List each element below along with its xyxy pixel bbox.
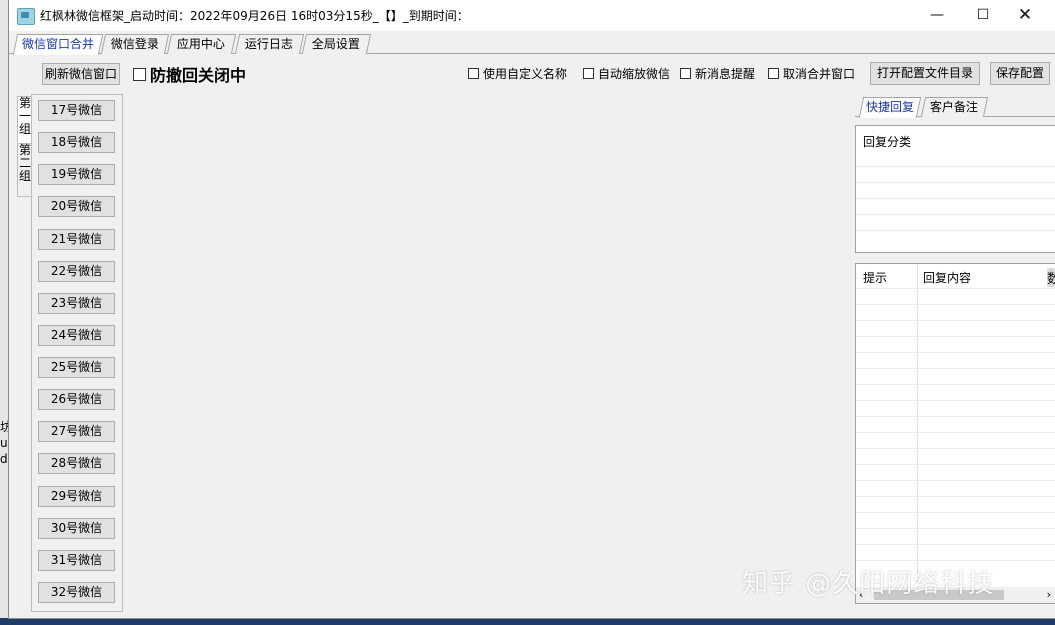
anti-recall-label: 防撤回关闭中 — [150, 66, 247, 85]
anti-recall-checkbox[interactable] — [133, 67, 146, 81]
scroll-right-icon[interactable]: › — [1047, 588, 1051, 601]
group-tab-2-label: 第二组 — [18, 143, 31, 183]
bg-text-2: u — [0, 436, 8, 450]
app-window: 红枫林微信框架_启动时间：2022年09月26日 16时03分15秒_【】_到期… — [8, 0, 1055, 619]
cancel-merge-checkbox[interactable]: 取消合并窗口 — [768, 65, 855, 82]
right-edge-text: 数 — [1047, 268, 1055, 287]
group-tab-1-label: 第一组 — [18, 96, 31, 136]
tab-global-settings[interactable]: 全局设置 — [301, 34, 372, 54]
watermark: 知乎 @久阳网络科技 — [742, 569, 995, 599]
minimize-button[interactable]: — — [914, 0, 960, 31]
wechat-button[interactable]: 20号微信 — [38, 196, 115, 218]
column-divider — [917, 264, 918, 589]
wechat-button[interactable]: 29号微信 — [38, 485, 115, 507]
close-button[interactable]: ✕ — [1002, 0, 1048, 31]
auto-zoom-box[interactable] — [583, 68, 594, 79]
use-custom-name-label: 使用自定义名称 — [483, 67, 568, 81]
wechat-group-panel: 17号微信 18号微信 19号微信 20号微信 21号微信 22号微信 23号微信 24号微信… — [31, 94, 123, 612]
wechat-button[interactable]: 32号微信 — [38, 581, 115, 603]
maximize-button[interactable]: ☐ — [960, 0, 1006, 31]
wechat-button[interactable]: 17号微信 — [38, 100, 115, 121]
wechat-button[interactable]: 28号微信 — [38, 453, 115, 475]
window-title: 红枫林微信框架_启动时间：2022年09月26日 16时03分15秒_【】_到期… — [40, 9, 469, 23]
reply-category-list[interactable]: 回复分类 — [855, 125, 1055, 253]
title-bar: 红枫林微信框架_启动时间：2022年09月26日 16时03分15秒_【】_到期… — [9, 0, 1055, 31]
new-message-alert-checkbox[interactable]: 新消息提醒 — [680, 65, 755, 82]
wechat-button[interactable]: 23号微信 — [38, 292, 115, 314]
reply-category-header: 回复分类 — [863, 135, 912, 149]
cancel-merge-label: 取消合并窗口 — [783, 67, 856, 81]
auto-zoom-label: 自动缩放微信 — [598, 67, 671, 81]
tab-app-center[interactable]: 应用中心 — [166, 34, 237, 54]
auto-zoom-checkbox[interactable]: 自动缩放微信 — [583, 65, 670, 82]
wechat-button[interactable]: 27号微信 — [38, 421, 115, 443]
cancel-merge-box[interactable] — [768, 68, 779, 79]
column-header-hint[interactable]: 提示 — [863, 269, 887, 286]
app-icon — [17, 8, 35, 25]
save-config-button[interactable]: 保存配置 — [990, 62, 1050, 85]
wechat-button[interactable]: 26号微信 — [38, 389, 115, 411]
wechat-button[interactable]: 24号微信 — [38, 324, 115, 346]
tab-run-log[interactable]: 运行日志 — [234, 34, 305, 54]
taskbar-strip — [0, 618, 1055, 625]
refresh-wechat-window-button[interactable]: 刷新微信窗口 — [42, 63, 120, 85]
use-custom-name-checkbox[interactable]: 使用自定义名称 — [468, 65, 567, 82]
new-message-alert-box[interactable] — [680, 68, 691, 79]
open-config-dir-button[interactable]: 打开配置文件目录 — [870, 62, 980, 85]
wechat-button[interactable]: 22号微信 — [38, 260, 115, 282]
background-left-strip: 坊 u di — [0, 0, 12, 625]
wechat-button[interactable]: 25号微信 — [38, 357, 115, 379]
tab-wechat-merge[interactable]: 微信窗口合并 — [12, 34, 104, 55]
wechat-button[interactable]: 18号微信 — [38, 132, 115, 154]
column-header-reply-content[interactable]: 回复内容 — [923, 269, 971, 286]
new-message-alert-label: 新消息提醒 — [695, 67, 756, 81]
tab-quick-reply[interactable]: 快捷回复 — [858, 97, 922, 118]
reply-content-table[interactable]: 提示 回复内容 ‹ › — [855, 263, 1055, 604]
anti-recall-toggle[interactable]: 防撤回关闭中 — [133, 62, 246, 86]
wechat-button[interactable]: 19号微信 — [38, 164, 115, 186]
wechat-button[interactable]: 30号微信 — [38, 517, 115, 539]
tab-customer-notes[interactable]: 客户备注 — [920, 97, 989, 117]
tab-wechat-login[interactable]: 微信登录 — [100, 34, 170, 54]
wechat-button[interactable]: 31号微信 — [38, 549, 115, 571]
use-custom-name-box[interactable] — [468, 68, 479, 79]
wechat-button[interactable]: 21号微信 — [38, 228, 115, 250]
